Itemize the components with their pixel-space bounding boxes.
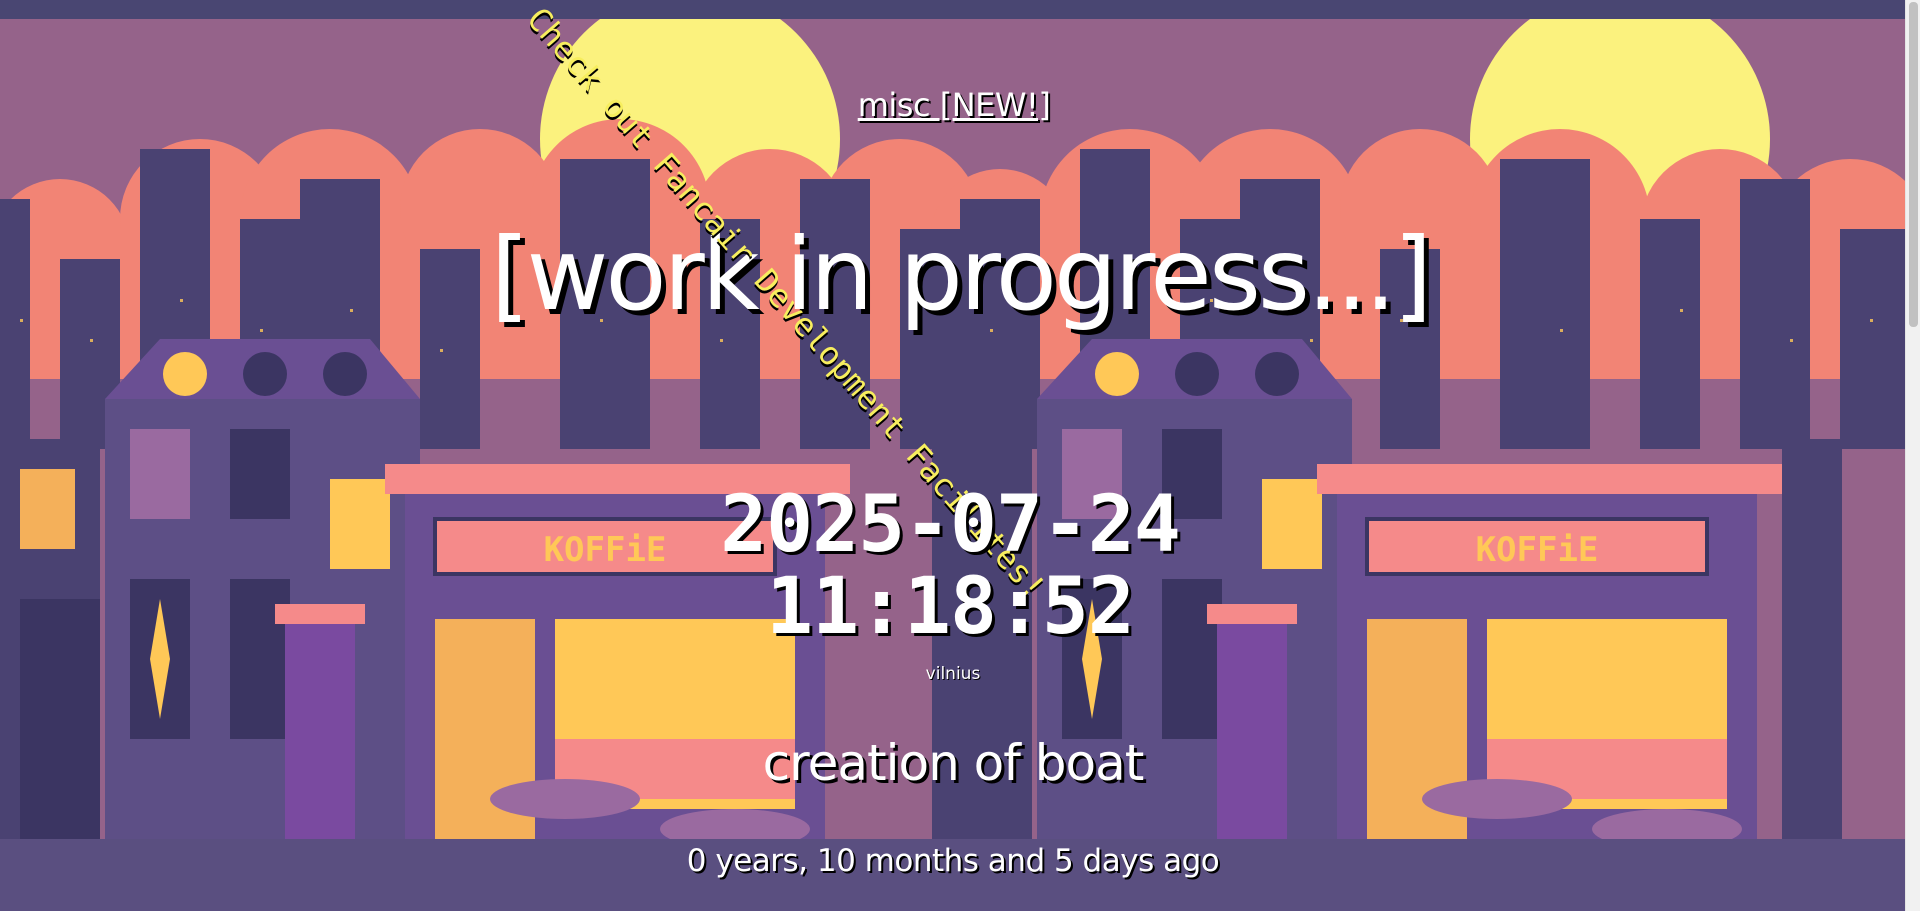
creation-heading: creation of boat [762, 734, 1145, 792]
top-strip [0, 0, 1920, 19]
clock-location: vilnius [925, 664, 981, 684]
scrollbar-thumb[interactable] [1909, 2, 1918, 327]
clock-date: 2025-07-24 [720, 480, 1181, 570]
vertical-scrollbar[interactable] [1905, 0, 1920, 911]
work-in-progress-heading: [work in progress...] [490, 216, 1433, 333]
elapsed-time: 0 years, 10 months and 5 days ago [686, 843, 1220, 879]
svg-text:KOFFiE: KOFFiE [544, 530, 667, 570]
svg-text:KOFFiE: KOFFiE [1476, 530, 1599, 570]
misc-nav-link[interactable]: misc [NEW!] [851, 86, 1057, 124]
clock-time: 11:18:52 [766, 562, 1135, 652]
